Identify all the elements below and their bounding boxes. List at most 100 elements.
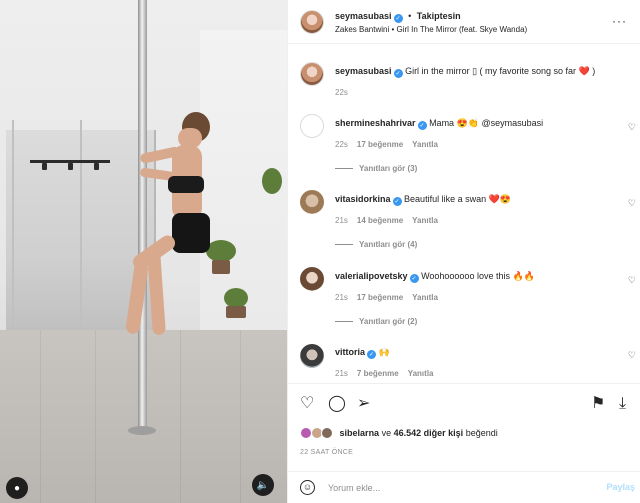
likes-suffix: beğendi: [465, 428, 498, 438]
comment-time[interactable]: 21s: [335, 369, 348, 378]
comment-meta: 22s 17 beğenme Yanıtla: [335, 140, 447, 149]
reply-button[interactable]: Yanıtla: [408, 369, 434, 378]
time-label[interactable]: 22s: [335, 88, 348, 97]
download-icon[interactable]: ⤓: [619, 396, 626, 412]
spotlight: [42, 163, 47, 170]
reply-button[interactable]: Yanıtla: [412, 216, 438, 225]
replies-dash: [335, 321, 353, 323]
caption-text-line: seymasubasi ✓ Girl in the mirror ▯ ( my f…: [335, 66, 595, 78]
song-link[interactable]: Zakes Bantwini • Girl In The Mirror (fea…: [335, 25, 527, 34]
comment-input[interactable]: [328, 478, 578, 498]
comment-bubble-icon[interactable]: ◯: [328, 396, 346, 412]
share-send-icon[interactable]: ➢: [357, 396, 370, 412]
author-avatar[interactable]: [300, 62, 324, 86]
like-comment-heart-icon[interactable]: ♡: [628, 275, 636, 286]
verified-badge-icon: ✓: [393, 69, 403, 78]
pot: [212, 260, 230, 274]
comment-meta: 21s 14 beğenme Yanıtla: [335, 216, 447, 225]
caption-time: 22s: [335, 88, 357, 97]
comment-username[interactable]: vittoria: [335, 347, 365, 357]
like-comment-heart-icon[interactable]: ♡: [628, 198, 636, 209]
comment-text: Mama 😍👏 @seymasubasi: [429, 118, 544, 128]
mute-toggle-icon[interactable]: 🔈: [252, 474, 274, 496]
following-status[interactable]: Takiptesin: [417, 11, 461, 21]
likes-summary: sibelarna ve 46.542 diğer kişi beğendi: [300, 427, 498, 439]
tagged-users-icon[interactable]: ●: [6, 477, 28, 499]
like-comment-heart-icon[interactable]: ♡: [628, 350, 636, 361]
post-time-ago[interactable]: 22 SAAT ÖNCE: [300, 449, 353, 456]
separator-dot: •: [408, 11, 412, 21]
caption-text: Girl in the mirror ▯ ( my favorite song …: [405, 66, 596, 76]
pot: [226, 306, 246, 318]
mirror-frame: [80, 120, 82, 350]
plant: [206, 240, 236, 262]
comment-likes[interactable]: 14 beğenme: [357, 216, 403, 225]
comment-meta: 21s 17 beğenme Yanıtla: [335, 293, 447, 302]
comment-likes[interactable]: 7 beğenme: [357, 369, 399, 378]
emoji-icon[interactable]: ☺: [300, 480, 315, 495]
author-line: seymasubasi ✓ • Takiptesin: [335, 11, 461, 23]
reply-button[interactable]: Yanıtla: [412, 293, 438, 302]
floor-plank: [95, 330, 96, 503]
comment-text: 🙌: [378, 347, 390, 357]
view-replies-button[interactable]: Yanıtları gör (4): [335, 240, 417, 249]
comment-text: Woohoooooo love this 🔥🔥: [421, 271, 535, 281]
replies-dash: [335, 168, 353, 170]
comment-text: Beautiful like a swan ❤️😍: [404, 194, 512, 204]
verified-badge-icon: ✓: [417, 121, 427, 130]
author-avatar[interactable]: [300, 10, 324, 34]
view-replies-button[interactable]: Yanıtları gör (3): [335, 164, 417, 173]
pole-base: [128, 426, 156, 435]
comment-time[interactable]: 21s: [335, 216, 348, 225]
dancer-top: [168, 176, 204, 193]
floor-plank: [40, 330, 41, 503]
post-comment-button[interactable]: Paylaş: [606, 482, 635, 492]
replies-dash: [335, 244, 353, 246]
dance-pole: [138, 0, 147, 432]
verified-badge-icon: ✓: [409, 274, 419, 283]
floor-plank: [240, 330, 241, 503]
comment-time[interactable]: 21s: [335, 293, 348, 302]
plant: [262, 168, 282, 194]
like-heart-icon[interactable]: ♡: [300, 396, 314, 412]
verified-badge-icon: ✓: [393, 14, 403, 23]
comment-username[interactable]: shermineshahrivar: [335, 118, 416, 128]
reply-button[interactable]: Yanıtla: [412, 140, 438, 149]
floor-plank: [180, 330, 181, 503]
commenter-avatar[interactable]: [300, 190, 324, 214]
caption-username[interactable]: seymasubasi: [335, 66, 392, 76]
mirror-frame: [12, 120, 14, 350]
comment-likes[interactable]: 17 beğenme: [357, 293, 403, 302]
view-replies-label: Yanıtları gör (4): [359, 240, 418, 249]
comment-time[interactable]: 22s: [335, 140, 348, 149]
post-media-video[interactable]: ● 🔈: [0, 0, 287, 503]
view-replies-label: Yanıtları gör (2): [359, 317, 418, 326]
comment-text-line: shermineshahrivar ✓ Mama 😍👏 @seymasubasi: [335, 118, 543, 130]
spotlight: [68, 163, 73, 170]
liker-username[interactable]: sibelarna: [340, 428, 380, 438]
comment-likes[interactable]: 17 beğenme: [357, 140, 403, 149]
verified-badge-icon: ✓: [367, 350, 377, 359]
comment-text-line: vitasidorkina ✓ Beautiful like a swan ❤️😍: [335, 194, 511, 206]
post-header: seymasubasi ✓ • Takiptesin Zakes Bantwini…: [288, 0, 640, 44]
comment-username[interactable]: valerialipovetsky: [335, 271, 408, 281]
likes-count[interactable]: 46.542 diğer kişi: [394, 428, 464, 438]
comment-text-line: vittoria ✓ 🙌: [335, 347, 390, 359]
comments-panel: seymasubasi ✓ • Takiptesin Zakes Bantwini…: [287, 0, 640, 503]
plant: [224, 288, 248, 308]
commenter-avatar[interactable]: [300, 267, 324, 291]
more-icon[interactable]: ···: [612, 14, 627, 28]
view-replies-button[interactable]: Yanıtları gör (2): [335, 317, 417, 326]
like-comment-heart-icon[interactable]: ♡: [628, 122, 636, 133]
likes-connector: ve: [381, 428, 392, 438]
save-bookmark-icon[interactable]: ⚑: [591, 396, 605, 412]
add-comment-bar: ☺ Paylaş: [288, 471, 640, 503]
commenter-avatar[interactable]: [300, 114, 324, 138]
author-username[interactable]: seymasubasi: [335, 11, 392, 21]
comment-username[interactable]: vitasidorkina: [335, 194, 391, 204]
commenter-avatar[interactable]: [300, 344, 324, 368]
verified-badge-icon: ✓: [392, 197, 402, 206]
liker-avatar: [321, 427, 334, 439]
view-replies-label: Yanıtları gör (3): [359, 164, 418, 173]
spotlight: [94, 163, 99, 170]
